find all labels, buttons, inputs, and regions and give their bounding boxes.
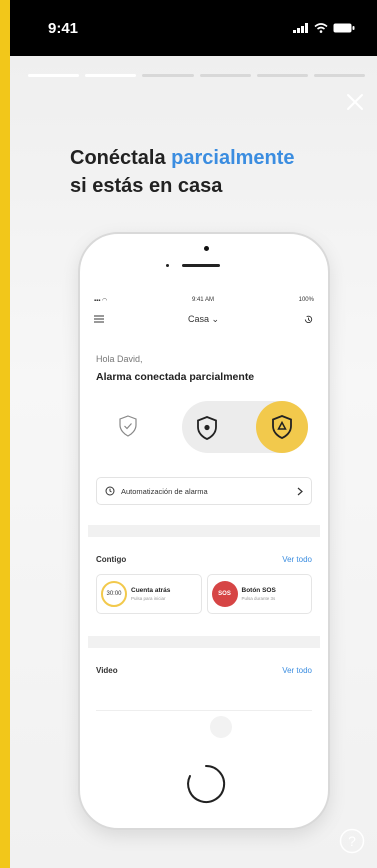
alarm-mode-selector [88,397,320,457]
clock-icon [105,486,115,496]
app-header: Casa ⌄ [88,306,320,332]
video-title: Video [96,666,118,675]
countdown-badge: 30:00 [101,581,127,607]
progress-segment [199,74,251,77]
mini-time: 9:41 AM [191,297,214,303]
status-icons [293,23,355,33]
scroll-knob [210,716,232,738]
story-progress [10,56,377,77]
shield-icon[interactable] [196,416,218,440]
partial-mode-button[interactable] [256,401,308,453]
wifi-icon [314,23,328,33]
sos-card[interactable]: SOS Botón SOS Pulsa durante 3s [206,574,312,614]
progress-segment [28,74,80,77]
status-bar: 9:41 [10,0,377,56]
menu-icon[interactable] [94,315,104,323]
loading-spinner-icon [187,764,226,803]
contigo-title: Contigo [96,555,127,564]
help-icon[interactable]: ? [339,828,365,854]
sos-subtitle: Pulsa durante 3s [241,596,276,601]
shield-check-icon[interactable] [118,415,138,437]
progress-segment [313,74,366,77]
countdown-subtitle: Pulsa para iniciar [131,596,166,601]
headline-prefix: Conéctala [70,147,172,169]
signal-icon [293,23,308,33]
countdown-title: Cuenta atrás [131,587,171,594]
contigo-cards: 30:00 Cuenta atrás Pulsa para iniciar SO… [88,564,320,614]
progress-segment [142,74,194,77]
countdown-card[interactable]: 30:00 Cuenta atrás Pulsa para iniciar [96,574,202,614]
phone-speaker [182,264,220,267]
progress-segment [85,74,137,77]
close-icon[interactable] [345,92,365,112]
headline-accent: parcialmente [171,147,295,169]
headline: Conéctala parcialmente si estás en casa [70,144,295,200]
story-sheet: Conéctala parcialmente si estás en casa … [10,56,377,868]
section-divider [88,636,320,648]
sos-badge: SOS [211,581,238,607]
shield-partial-icon [272,415,292,439]
automation-row[interactable]: Automatización de alarma [96,477,312,505]
mini-battery: 100% [298,297,314,303]
alarm-status: Alarma conectada parcialmente [96,371,255,383]
section-divider [88,525,320,537]
chevron-right-icon [297,487,303,495]
video-header: Video Ver todo [88,648,320,675]
history-icon[interactable] [303,314,314,325]
phone-screen: ▪▪▪ ◠ 9:41 AM 100% Casa ⌄ Hola David, Al… [88,294,320,764]
battery-icon [333,23,355,33]
contigo-see-all-link[interactable]: Ver todo [282,555,312,564]
greeting: Hola David, [96,354,143,364]
contigo-header: Contigo Ver todo [88,537,320,564]
story-frame: 9:41 Conéctala parcialmente si estás en … [10,0,377,868]
video-see-all-link[interactable]: Ver todo [282,666,312,675]
headline-line2: si estás en casa [70,175,223,197]
phone-sensor [166,264,169,267]
status-time: 9:41 [48,19,79,37]
automation-label: Automatización de alarma [121,486,208,496]
phone-camera [204,246,209,251]
mini-status-bar: ▪▪▪ ◠ 9:41 AM 100% [94,297,314,304]
progress-segment [256,74,308,77]
video-preview [96,691,312,711]
svg-text:?: ? [348,833,356,849]
phone-mockup: ▪▪▪ ◠ 9:41 AM 100% Casa ⌄ Hola David, Al… [78,232,330,830]
sos-title: Botón SOS [241,587,276,594]
location-selector[interactable]: Casa ⌄ [188,314,219,325]
